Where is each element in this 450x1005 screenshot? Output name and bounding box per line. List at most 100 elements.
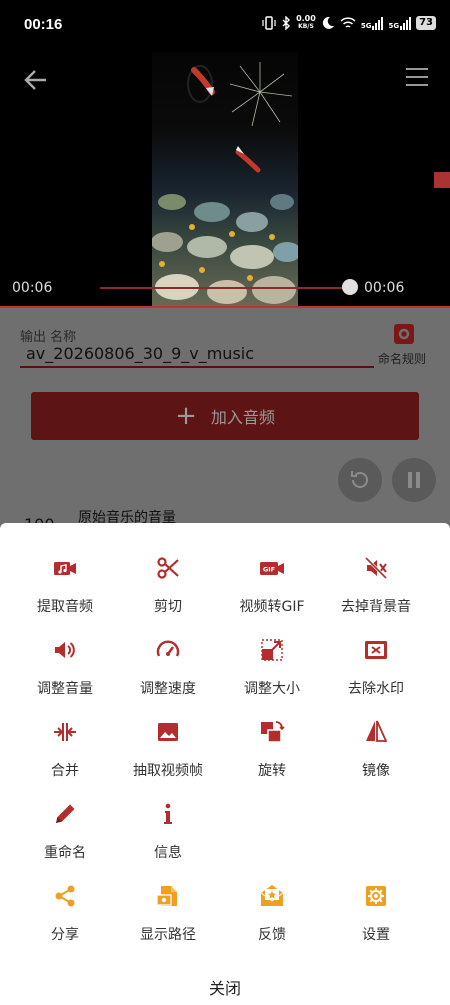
back-arrow-icon[interactable] (22, 66, 50, 94)
signal-bars-icon (372, 16, 384, 30)
total-time: 00:06 (364, 280, 405, 296)
action-show-path[interactable]: 显示路径 (116, 883, 220, 965)
filename-input[interactable]: av_20260806_30_9_v_music (26, 344, 254, 363)
svg-text:GIF: GIF (263, 566, 275, 574)
action-rotate[interactable]: 旋转 (220, 719, 324, 801)
resize-icon (261, 639, 283, 661)
action-row: 调整音量 调整速度 调整大小 去除水印 (0, 637, 450, 719)
merge-icon (54, 723, 76, 741)
menu-icon[interactable] (406, 68, 428, 90)
action-label: 调整速度 (140, 681, 196, 697)
status-icons: 0.00 KB/S 5G 5G 73 (262, 15, 436, 31)
net-speed: 0.00 KB/S (296, 15, 316, 31)
action-label: 信息 (154, 845, 182, 861)
status-bar: 00:16 0.00 KB/S 5G 5G 73 (0, 0, 450, 52)
pencil-icon (56, 804, 75, 823)
video-thumbnail (152, 52, 298, 308)
action-adjust-size[interactable]: 调整大小 (220, 637, 324, 719)
action-adjust-speed[interactable]: 调整速度 (116, 637, 220, 719)
action-label: 视频转GIF (239, 599, 305, 615)
signal-5g-label: 5G (388, 22, 400, 30)
action-remove-bg-sound[interactable]: 去掉背景音 (324, 555, 428, 637)
action-grid: 提取音频 剪切 GIF 视频转GIF 去掉背景音 调整音量 调整速度 调整大小 … (0, 555, 450, 965)
reset-icon (351, 471, 368, 488)
action-label: 显示路径 (140, 927, 196, 943)
gif-icon: GIF (260, 562, 284, 575)
action-sheet: 提取音频 剪切 GIF 视频转GIF 去掉背景音 调整音量 调整速度 调整大小 … (0, 523, 450, 1005)
side-tab[interactable] (434, 172, 450, 188)
edit-form: 输出 名称 av_20260806_30_9_v_music 命名规则 + 加入… (0, 308, 450, 534)
action-feedback[interactable]: 反馈 (220, 883, 324, 965)
action-video-to-gif[interactable]: GIF 视频转GIF (220, 555, 324, 637)
music-video-icon (54, 562, 76, 575)
wifi-icon (340, 17, 356, 28)
action-settings[interactable]: 设置 (324, 883, 428, 965)
action-label: 设置 (362, 927, 390, 943)
naming-rule-label[interactable]: 命名规则 (378, 350, 426, 367)
action-label: 分享 (51, 927, 79, 943)
action-row: 合并 抽取视频帧 旋转 镜像 (0, 719, 450, 801)
action-label: 剪切 (154, 599, 182, 615)
close-button[interactable]: 关闭 (0, 975, 450, 999)
filename-underline (20, 366, 374, 368)
action-merge[interactable]: 合并 (0, 719, 116, 801)
action-label: 重命名 (44, 845, 86, 861)
mute-icon (364, 556, 388, 580)
seek-bar[interactable] (100, 287, 350, 289)
action-cut[interactable]: 剪切 (116, 555, 220, 637)
action-label: 去掉背景音 (341, 599, 411, 615)
vibrate-icon (262, 16, 276, 30)
moon-icon (322, 16, 334, 29)
settings-gear-icon (366, 886, 386, 906)
pause-button[interactable] (392, 458, 436, 502)
seek-thumb[interactable] (342, 279, 358, 295)
battery-indicator: 73 (416, 16, 436, 30)
rotate-icon (261, 721, 285, 743)
video-artwork (152, 62, 298, 304)
action-label: 抽取视频帧 (133, 763, 203, 779)
action-label: 调整大小 (244, 681, 300, 697)
net-speed-unit: KB/S (298, 23, 314, 30)
feedback-mail-icon (260, 885, 284, 906)
action-extract-frames[interactable]: 抽取视频帧 (116, 719, 220, 801)
bluetooth-icon (282, 16, 291, 30)
add-audio-label: 加入音频 (210, 408, 275, 427)
action-adjust-volume[interactable]: 调整音量 (0, 637, 116, 719)
volume-icon (55, 642, 75, 658)
output-name-label: 输出 名称 (20, 330, 77, 345)
action-label: 提取音频 (37, 599, 93, 615)
share-icon (55, 885, 75, 907)
action-mirror[interactable]: 镜像 (324, 719, 428, 801)
action-label: 镜像 (362, 763, 390, 779)
action-row: 重命名 信息 (0, 801, 450, 883)
plus-icon: + (175, 401, 197, 431)
action-extract-audio[interactable]: 提取音频 (0, 555, 116, 637)
signal-5g-label: 5G (360, 22, 372, 30)
action-rename[interactable]: 重命名 (0, 801, 116, 883)
mirror-icon (366, 720, 388, 742)
status-time: 00:16 (24, 16, 63, 33)
info-icon (164, 803, 172, 824)
current-time: 00:06 (12, 280, 53, 296)
action-label: 去除水印 (348, 681, 404, 697)
scissors-icon (157, 557, 179, 579)
naming-rule-gear-icon[interactable] (394, 324, 414, 344)
pause-icon (408, 472, 420, 488)
reset-button[interactable] (338, 458, 382, 502)
signal-bars-icon (400, 16, 412, 30)
video-player[interactable]: 00:06 00:06 (0, 52, 450, 308)
net-speed-value: 0.00 (296, 14, 316, 23)
file-path-icon (156, 886, 177, 906)
add-audio-button[interactable]: + 加入音频 (31, 392, 419, 440)
signal-5g-2: 5G (388, 16, 412, 30)
remove-watermark-icon (365, 641, 387, 659)
action-row: 分享 显示路径 反馈 设置 (0, 883, 450, 965)
speedometer-icon (156, 640, 180, 657)
action-share[interactable]: 分享 (0, 883, 116, 965)
action-remove-watermark[interactable]: 去除水印 (324, 637, 428, 719)
action-row: 提取音频 剪切 GIF 视频转GIF 去掉背景音 (0, 555, 450, 637)
action-info[interactable]: 信息 (116, 801, 220, 883)
action-label: 旋转 (258, 763, 286, 779)
action-label: 合并 (51, 763, 79, 779)
action-label: 反馈 (258, 927, 286, 943)
